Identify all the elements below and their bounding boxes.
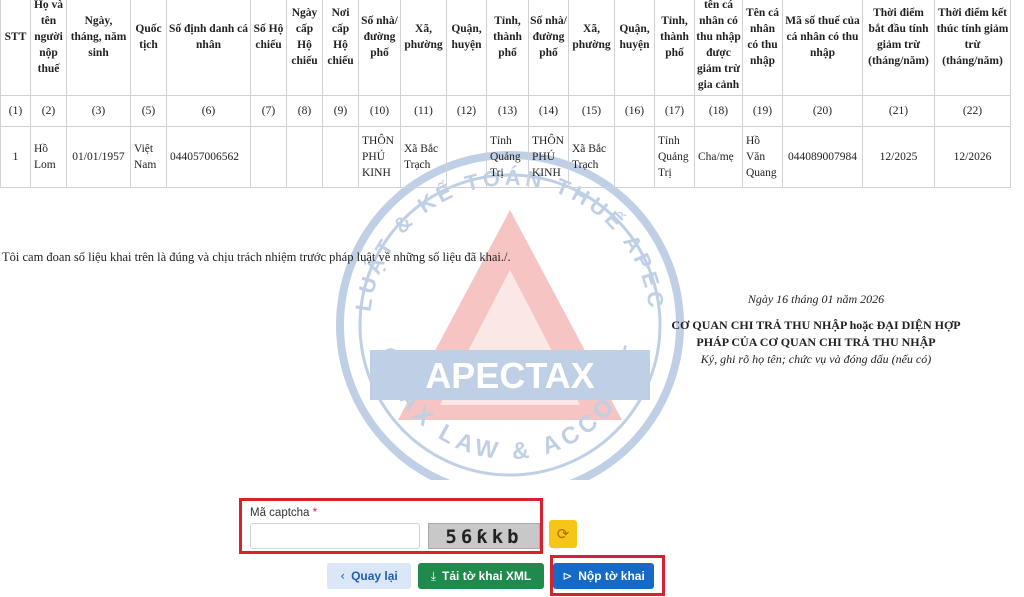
watermark-brand: APECTAX	[425, 355, 594, 396]
chevron-left-icon: ‹	[340, 569, 346, 583]
table-row: 1 Hồ Lom 01/01/1957 Việt Nam 04405700656…	[0, 126, 1011, 188]
col-index: (5)	[130, 95, 167, 127]
col-header: Thời điểm kết thúc tính giảm trừ (tháng/…	[934, 0, 1011, 96]
download-xml-label: Tải tờ khai XML	[442, 569, 532, 583]
cell-passport-date	[286, 126, 323, 188]
col-header: Số nhà/ đường phố	[528, 0, 569, 96]
col-index: (14)	[528, 95, 569, 127]
cell-province: Tỉnh Quảng Trị	[486, 126, 529, 188]
cell-start-period: 12/2025	[862, 126, 935, 188]
col-header: Số nhà/ đường phố	[358, 0, 401, 96]
col-index: (8)	[286, 95, 323, 127]
cell-taxpayer-name: Hồ Lom	[30, 126, 67, 188]
signature-block: Ngày 16 tháng 01 năm 2026 CƠ QUAN CHI TR…	[660, 292, 972, 368]
col-header: Xã, phường	[568, 0, 615, 96]
captcha-label: Mã captcha *	[250, 507, 317, 519]
refresh-icon: ⟳	[556, 525, 570, 543]
download-xml-button[interactable]: ⤓ Tải tờ khai XML	[418, 563, 544, 589]
back-button[interactable]: ‹ Quay lại	[327, 563, 411, 589]
col-index: (1)	[0, 95, 31, 127]
cell-birth-date: 01/01/1957	[66, 126, 131, 188]
col-index: (19)	[742, 95, 783, 127]
back-button-label: Quay lại	[351, 569, 398, 583]
signature-note: Ký, ghi rõ họ tên; chức vụ và đóng dấu (…	[700, 352, 932, 366]
send-icon: ⊳	[562, 569, 573, 583]
captcha-group: Mã captcha * 56ƙkb	[239, 498, 543, 554]
col-header: Số Hộ chiếu	[250, 0, 287, 96]
header-row: STT Họ và tên người nộp thuế Ngày, tháng…	[0, 0, 1011, 96]
col-index: (7)	[250, 95, 287, 127]
cell-ward-2: Xã Bắc Trạch	[568, 126, 615, 188]
dependents-table: STT Họ và tên người nộp thuế Ngày, tháng…	[0, 0, 1011, 188]
col-header: Quận, huyện	[446, 0, 487, 96]
pledge-statement: Tôi cam đoan số liệu khai trên là đúng v…	[2, 250, 511, 264]
cell-ward: Xã Bắc Trạch	[400, 126, 447, 188]
cell-end-period: 12/2026	[934, 126, 1011, 188]
cell-income-person-name: Hồ Văn Quang	[742, 126, 783, 188]
col-index: (10)	[358, 95, 401, 127]
col-index: (15)	[568, 95, 615, 127]
col-index: (13)	[486, 95, 529, 127]
col-header: Tỉnh, thành phố	[486, 0, 529, 96]
col-index: (22)	[934, 95, 1011, 127]
col-index: (20)	[782, 95, 863, 127]
svg-text:APEC TAX LAW & ACCOUNTING: APEC TAX LAW & ACCOUNTING	[330, 150, 647, 466]
refresh-captcha-button[interactable]: ⟳	[549, 520, 577, 548]
col-header: Nơi cấp Hộ chiếu	[322, 0, 359, 96]
cell-personal-id: 044057006562	[166, 126, 251, 188]
captcha-image: 56ƙkb	[428, 523, 540, 549]
column-index-row: (1) (2) (3) (5) (6) (7) (8) (9) (10) (11…	[0, 95, 1011, 127]
signature-org-line-2: PHÁP CỦA CƠ QUAN CHI TRẢ THU NHẬP	[696, 335, 936, 349]
cell-district	[446, 126, 487, 188]
col-header: Mã số thuế của cá nhân có thu nhập	[782, 0, 863, 96]
col-header: STT	[0, 0, 31, 96]
col-index: (6)	[166, 95, 251, 127]
col-index: (16)	[614, 95, 655, 127]
col-header: Ngày, tháng, năm sinh	[66, 0, 131, 96]
cell-passport-place	[322, 126, 359, 188]
cell-passport-number	[250, 126, 287, 188]
cell-relationship: Cha/mẹ	[694, 126, 743, 188]
col-index: (17)	[654, 95, 695, 127]
download-icon: ⤓	[430, 569, 437, 583]
col-index: (11)	[400, 95, 447, 127]
captcha-input[interactable]	[250, 523, 420, 549]
col-header: Quận, huyện	[614, 0, 655, 96]
col-header: Tên cá nhân có thu nhập	[742, 0, 783, 96]
watermark-tagline: APEC TAX LAW & ACCOUNTING	[330, 150, 642, 466]
apectax-watermark: APECTAX LUẬT & KẾ TOÁN THUẾ APEC APEC TA…	[330, 150, 684, 480]
submit-declaration-button[interactable]: ⊳ Nộp tờ khai	[553, 563, 654, 589]
col-header: Họ và tên người nộp thuế	[30, 0, 67, 96]
col-header: Xã, phường	[400, 0, 447, 96]
cell-district-2	[614, 126, 655, 188]
col-header: Tỉnh, thành phố	[654, 0, 695, 96]
signature-org-line-1: CƠ QUAN CHI TRẢ THU NHẬP hoặc ĐẠI DIỆN H…	[671, 318, 961, 332]
col-index: (3)	[66, 95, 131, 127]
col-header: Ngày cấp Hộ chiếu	[286, 0, 323, 96]
col-header: Số định danh cá nhân	[166, 0, 251, 96]
cell-province-2: Tỉnh Quảng Trị	[654, 126, 695, 188]
col-index: (18)	[694, 95, 743, 127]
col-index: (21)	[862, 95, 935, 127]
col-header: Họ và tên cá nhân có thu nhập được giảm …	[694, 0, 743, 96]
cell-street-2: THÔN PHÚ KINH	[528, 126, 569, 188]
cell-income-person-tax-code: 044089007984	[782, 126, 863, 188]
col-index: (2)	[30, 95, 67, 127]
col-index: (12)	[446, 95, 487, 127]
cell-street: THÔN PHÚ KINH	[358, 126, 401, 188]
submit-label: Nộp tờ khai	[578, 569, 645, 583]
cell-nationality: Việt Nam	[130, 126, 167, 188]
captcha-label-text: Mã captcha	[250, 507, 310, 519]
col-header: Quốc tịch	[130, 0, 167, 96]
required-mark: *	[312, 507, 318, 519]
col-index: (9)	[322, 95, 359, 127]
signature-date: Ngày 16 tháng 01 năm 2026	[747, 292, 885, 306]
col-header: Thời điểm bắt đầu tính giảm trừ (tháng/n…	[862, 0, 935, 96]
cell-stt: 1	[0, 126, 31, 188]
